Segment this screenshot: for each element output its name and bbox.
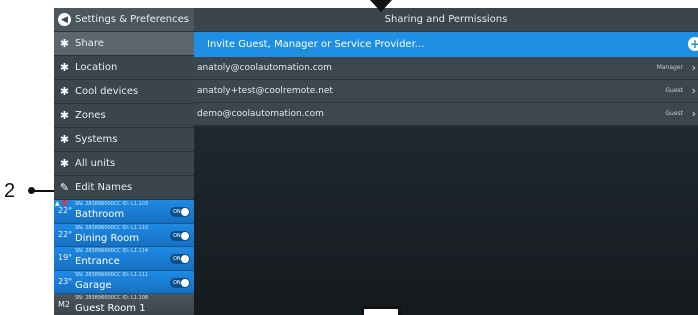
unit-meta: SN: 283896000CC ID: L1.110: [75, 224, 149, 231]
sidebar-item-cool-devices[interactable]: ✱ Cool devices: [54, 80, 194, 104]
add-icon[interactable]: +: [688, 37, 698, 51]
pencil-icon: ✎: [59, 181, 70, 194]
bottom-notch-indicator: [361, 306, 401, 315]
unit-card-entrance[interactable]: 19° SN: 283896000CC ID: L1.114 Entrance …: [54, 247, 194, 271]
unit-meta: SN: 283896000CC ID: L1.103: [75, 201, 149, 207]
sidebar-item-label: Cool devices: [75, 86, 139, 97]
cross-tools-icon: ✱: [59, 61, 70, 74]
back-arrow-icon: ◀: [58, 13, 71, 26]
callout-dot: [28, 187, 35, 194]
main-panel: Sharing and Permissions Invite Guest, Ma…: [194, 8, 698, 315]
user-email: demo@coolautomation.com: [197, 109, 324, 119]
user-email: anatoly@coolautomation.com: [197, 63, 332, 73]
sidebar-item-label: Edit Names: [75, 182, 133, 193]
unit-temperature: 22°: [58, 206, 73, 215]
unit-name: Garage: [75, 279, 112, 291]
unit-temperature: M2: [58, 300, 70, 309]
unit-meta: SN: 283896000CC ID: L1.111: [75, 271, 149, 278]
cross-tools-icon: ✱: [59, 157, 70, 170]
user-row[interactable]: anatoly@coolautomation.com Manager ›: [194, 57, 698, 80]
sidebar-item-all-units[interactable]: ✱ All units: [54, 152, 194, 176]
unit-temperature: 22°: [58, 229, 73, 239]
user-role: Manager: [656, 64, 683, 71]
unit-name: Entrance: [75, 256, 120, 267]
unit-power-toggle[interactable]: ON: [170, 230, 190, 241]
unit-card-garage[interactable]: 23° SN: 283896000CC ID: L1.111 Garage ON: [54, 270, 194, 294]
user-row[interactable]: anatoly+test@coolremote.net Guest ›: [194, 80, 698, 103]
user-role: Guest: [665, 87, 683, 94]
sidebar-item-settings-preferences[interactable]: ◀ Settings & Preferences: [54, 8, 194, 32]
callout-number: 2: [4, 180, 16, 202]
cross-tools-icon: ✱: [59, 85, 70, 98]
invite-user-button[interactable]: Invite Guest, Manager or Service Provide…: [194, 32, 698, 57]
unit-card-bathroom[interactable]: ▲ 22° SN: 283896000CC ID: L1.103 Bathroo…: [54, 200, 194, 224]
unit-power-toggle[interactable]: ON: [170, 207, 190, 217]
alert-dot-icon: [62, 200, 67, 205]
unit-card-guest-room-1[interactable]: M2 SN: 283896000CC ID: L1.108 Guest Room…: [54, 294, 194, 315]
cross-tools-icon: ✱: [59, 133, 70, 146]
sidebar-item-location[interactable]: ✱ Location: [54, 56, 194, 80]
page-title: Sharing and Permissions: [194, 8, 698, 31]
unit-power-toggle[interactable]: ON: [170, 277, 190, 288]
sidebar-item-share[interactable]: ✱ Share: [54, 32, 194, 56]
chevron-right-icon: ›: [691, 84, 696, 97]
sidebar-item-label: All units: [75, 158, 116, 169]
sidebar: ◀ Settings & Preferences ✱ Share ✱ Locat…: [54, 8, 194, 315]
cross-tools-icon: ✱: [59, 37, 70, 50]
sidebar-item-systems[interactable]: ✱ Systems: [54, 128, 194, 152]
unit-name: Guest Room 1: [75, 303, 146, 314]
unit-temperature: 23°: [58, 276, 73, 286]
user-row[interactable]: demo@coolautomation.com Guest ›: [194, 103, 698, 126]
invite-label: Invite Guest, Manager or Service Provide…: [207, 39, 425, 50]
unit-meta: SN: 283896000CC ID: L1.114: [75, 248, 149, 254]
sidebar-item-label: Location: [75, 62, 118, 73]
user-role: Guest: [665, 110, 683, 117]
chevron-right-icon: ›: [691, 107, 696, 120]
app-screen: ◀ Settings & Preferences ✱ Share ✱ Locat…: [54, 8, 698, 315]
unit-name: Dining Room: [75, 232, 139, 244]
unit-power-toggle[interactable]: ON: [170, 254, 190, 264]
sidebar-item-label: Settings & Preferences: [75, 14, 189, 25]
unit-card-dining-room[interactable]: 22° SN: 283896000CC ID: L1.110 Dining Ro…: [54, 223, 194, 247]
sidebar-item-zones[interactable]: ✱ Zones: [54, 104, 194, 128]
unit-meta: SN: 283896000CC ID: L1.108: [75, 295, 149, 301]
unit-name: Bathroom: [75, 209, 125, 220]
user-email: anatoly+test@coolremote.net: [197, 86, 333, 96]
chevron-right-icon: ›: [691, 61, 696, 74]
unit-temperature: 19°: [58, 253, 73, 262]
sidebar-item-edit-names[interactable]: ✎ Edit Names: [54, 176, 194, 200]
sidebar-item-label: Share: [75, 38, 104, 49]
cross-tools-icon: ✱: [59, 109, 70, 122]
sidebar-item-label: Systems: [75, 134, 118, 145]
sidebar-item-label: Zones: [75, 110, 106, 121]
